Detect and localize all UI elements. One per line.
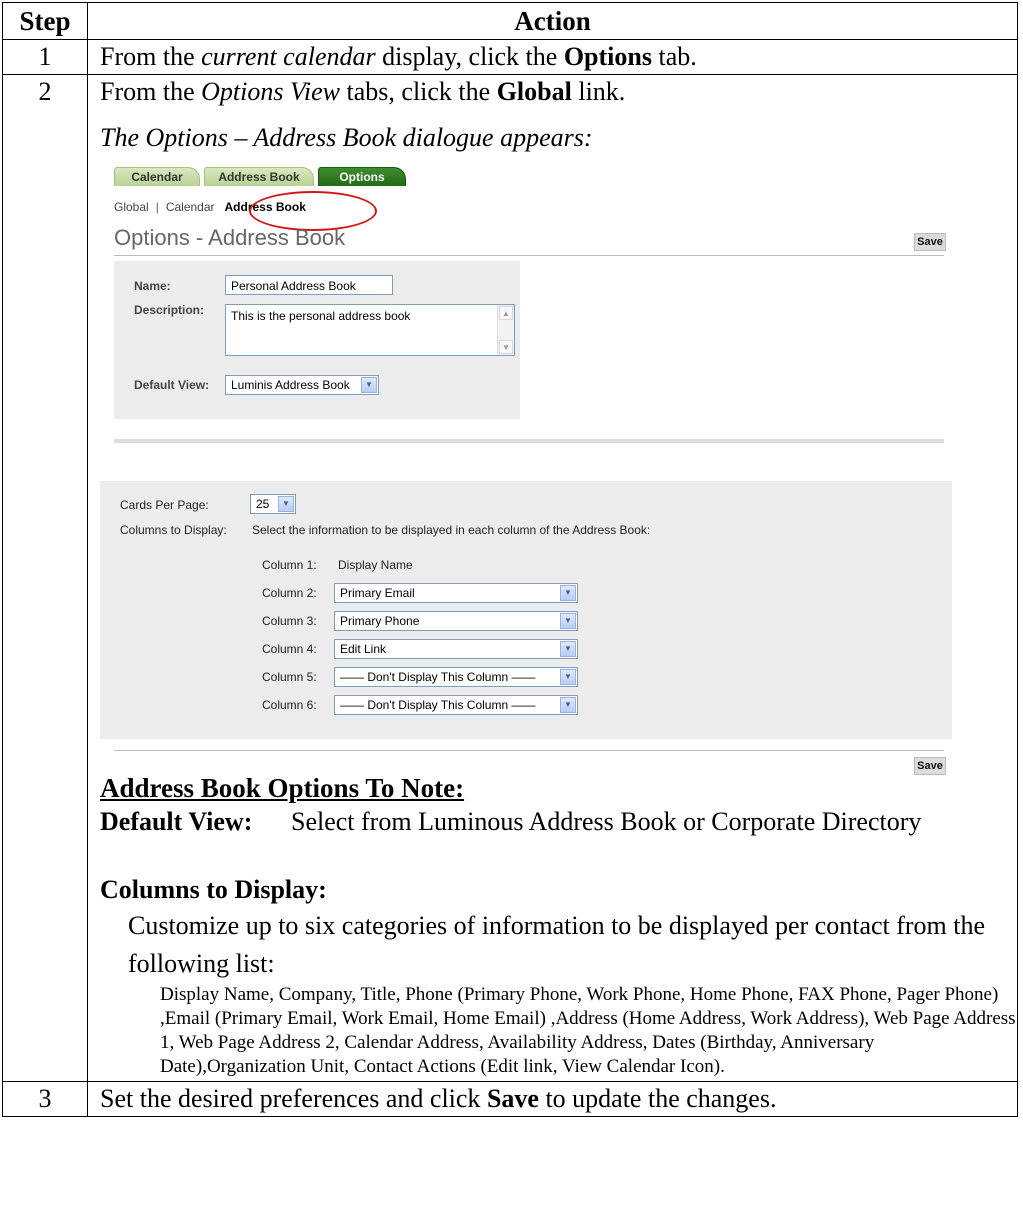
columns-to-display-label: Columns to Display: — [120, 523, 227, 537]
subnav-calendar-link[interactable]: Calendar — [166, 200, 215, 214]
column-select-value: Primary Email — [340, 586, 415, 600]
columns-panel: Cards Per Page: 25 ▼ Columns to Display:… — [100, 481, 952, 739]
action-text: From the — [100, 77, 202, 106]
options-notes: Address Book Options To Note: Default Vi… — [100, 771, 1017, 1081]
chevron-down-icon: ▼ — [278, 496, 294, 512]
default-view-select[interactable]: Luminis Address Book ▼ — [225, 375, 379, 395]
columns-category-list: Display Name, Company, Title, Phone (Pri… — [160, 984, 1016, 1077]
step-number: 2 — [2, 74, 88, 1082]
description-text: This is the personal address book — [231, 309, 411, 323]
tab-options[interactable]: Options — [318, 167, 406, 186]
chevron-down-icon: ▼ — [361, 377, 377, 393]
default-view-description: Select from Luminous Address Book or Cor… — [291, 807, 922, 836]
name-field[interactable]: Personal Address Book — [225, 275, 393, 295]
subnav-global-link[interactable]: Global — [114, 200, 149, 214]
general-panel: Name: Personal Address Book Description:… — [114, 261, 520, 419]
notes-title: Address Book Options To Note: — [100, 773, 465, 803]
description-label: Description: — [134, 303, 205, 317]
columns-to-display-description: Customize up to six categories of inform… — [128, 911, 986, 978]
column-select-value: Edit Link — [340, 642, 387, 656]
cards-per-page-select[interactable]: 25 ▼ — [250, 494, 296, 514]
dialog-caption: The Options – Address Book dialogue appe… — [100, 123, 593, 152]
column-label: Column 1: — [262, 558, 317, 572]
divider — [114, 255, 944, 256]
options-screenshot: Calendar Address Book Options Global | Cal… — [100, 167, 952, 775]
column-2-select[interactable]: Primary Email ▼ — [334, 583, 578, 603]
description-field[interactable]: This is the personal address book ▲ ▼ — [225, 304, 515, 356]
chevron-down-icon: ▼ — [560, 697, 576, 713]
column-5-select[interactable]: —— Don't Display This Column —— ▼ — [334, 667, 578, 687]
page-title: Options - Address Book — [114, 225, 346, 250]
step-row-1: 1 From the current calendar display, cli… — [2, 39, 1018, 75]
divider — [114, 750, 944, 751]
header-row: Step Action — [2, 2, 1018, 40]
column-3-select[interactable]: Primary Phone ▼ — [334, 611, 578, 631]
name-label: Name: — [134, 279, 171, 293]
step-number: 1 — [2, 39, 88, 75]
subnav-separator: | — [155, 200, 159, 214]
step-instruction: From the Options View tabs, click the Gl… — [100, 75, 1017, 109]
save-button-bottom[interactable]: Save — [914, 757, 946, 775]
column-label: Column 3: — [262, 614, 317, 628]
action-text: From the — [100, 42, 202, 71]
default-view-note: Default View: Select from Luminous Addre… — [100, 805, 1017, 839]
scroll-down-icon[interactable]: ▼ — [499, 340, 513, 354]
description-scrollbar[interactable]: ▲ ▼ — [497, 305, 514, 355]
step-action: Set the desired preferences and click Sa… — [87, 1081, 1018, 1117]
cards-per-page-label: Cards Per Page: — [120, 498, 209, 512]
chevron-down-icon: ▼ — [560, 585, 576, 601]
column-select-value: —— Don't Display This Column —— — [340, 698, 536, 712]
action-text: to update the changes. — [538, 1084, 777, 1113]
step-action: From the Options View tabs, click the Gl… — [87, 74, 1018, 1082]
column-label: Column 2: — [262, 586, 317, 600]
action-text: tab. — [651, 42, 697, 71]
step-action: From the current calendar display, click… — [87, 39, 1018, 75]
columns-to-display-term: Columns to Display: — [100, 875, 327, 904]
save-button-top[interactable]: Save — [914, 233, 946, 251]
action-text: tabs, click the — [340, 77, 497, 106]
tab-calendar[interactable]: Calendar — [114, 167, 200, 186]
section-divider — [114, 439, 944, 443]
scroll-up-icon[interactable]: ▲ — [499, 306, 513, 320]
tab-address-book[interactable]: Address Book — [204, 167, 314, 186]
action-text: display, click the — [375, 42, 564, 71]
action-bold: Global — [496, 77, 572, 106]
column-label: Column 6: — [262, 698, 317, 712]
step-row-2: 2 From the Options View tabs, click the … — [2, 74, 1018, 1082]
column-4-select[interactable]: Edit Link ▼ — [334, 639, 578, 659]
chevron-down-icon: ▼ — [560, 641, 576, 657]
chevron-down-icon: ▼ — [560, 613, 576, 629]
action-italic: current calendar — [201, 42, 376, 71]
column-label: Column 4: — [262, 642, 317, 656]
chevron-down-icon: ▼ — [560, 669, 576, 685]
action-bold: Options — [563, 42, 652, 71]
step-row-3: 3 Set the desired preferences and click … — [2, 1081, 1018, 1117]
cards-per-page-value: 25 — [256, 497, 270, 511]
column-label: Column 5: — [262, 670, 317, 684]
default-view-label: Default View: — [134, 378, 210, 392]
step-number: 3 — [2, 1081, 88, 1117]
default-view-term: Default View: — [100, 807, 253, 836]
columns-hint: Select the information to be displayed i… — [252, 523, 651, 537]
column-6-select[interactable]: —— Don't Display This Column —— ▼ — [334, 695, 578, 715]
action-text: Set the desired preferences and click — [100, 1084, 487, 1113]
action-bold: Save — [486, 1084, 539, 1113]
procedure-table: Step Action 1 From the current calendar … — [2, 2, 1018, 1117]
column-select-value: —— Don't Display This Column —— — [340, 670, 536, 684]
step-header: Step — [2, 2, 88, 40]
action-text: link. — [571, 77, 626, 106]
column-select-value: Primary Phone — [340, 614, 420, 628]
default-view-value: Luminis Address Book — [231, 378, 350, 392]
action-italic: Options View — [201, 77, 341, 106]
action-header: Action — [87, 2, 1018, 40]
column-1-value: Display Name — [338, 558, 413, 572]
